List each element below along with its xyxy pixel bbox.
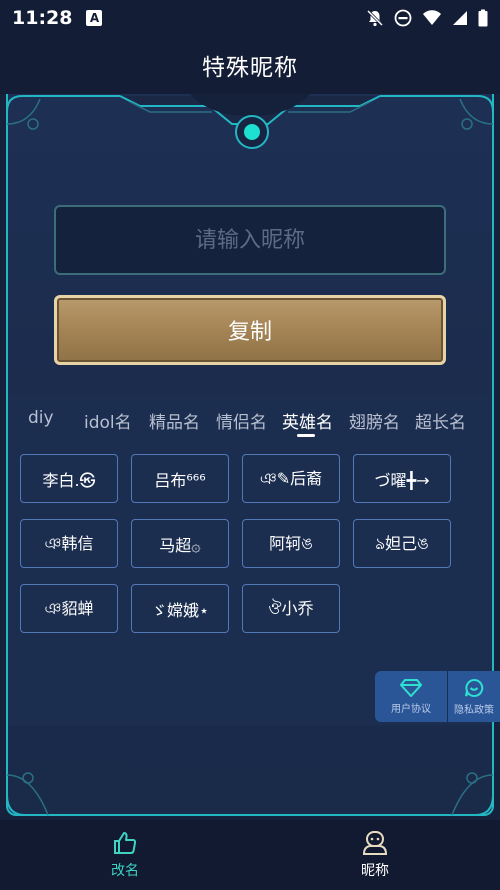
tab-long[interactable]: 超长名 [415,408,466,433]
name-chip[interactable]: ঞ貂蝉 [20,584,118,633]
user-agreement-label: 用户协议 [391,703,431,715]
copy-button-label: 复制 [227,320,272,345]
name-chip[interactable]: ঔ小乔 [242,584,340,633]
status-icons [366,9,488,27]
tab-idol[interactable]: idol名 [84,408,132,433]
active-tab-indicator [297,434,315,437]
nav-item-rename[interactable]: 改名 [75,820,175,890]
category-tabs: diy idol名 精品名 情侣名 英雄名 翅膀名 超长名 [0,408,500,440]
wifi-icon [423,10,441,25]
diamond-icon [400,678,422,697]
name-chip[interactable]: ঞ韩信 [20,519,118,568]
nav-label-rename: 改名 [111,863,139,879]
nav-label-nickname: 昵称 [361,863,389,879]
privacy-policy-button[interactable]: 隐私政策 [448,671,500,722]
copy-button[interactable]: 复制 [54,295,446,365]
thumbs-up-icon [114,832,137,854]
name-chip[interactable]: づ曜╋→ [353,454,451,503]
a-badge-icon: A [86,10,103,26]
name-chip[interactable]: 阿轲ঙ [242,519,340,568]
tab-wings[interactable]: 翅膀名 [349,408,400,433]
bottom-nav: 改名 昵称 [0,820,500,890]
do-not-disturb-icon [394,9,412,27]
user-agreement-button[interactable]: 用户协议 [375,671,447,722]
nickname-input[interactable] [54,205,446,275]
tab-premium[interactable]: 精品名 [149,408,200,433]
name-chip[interactable]: 吕布⁶⁶⁶ [131,454,229,503]
name-chip[interactable]: ঞ✎后裔 [242,454,340,503]
notifications-off-icon [366,9,384,27]
page-title: 特殊昵称 [202,55,298,81]
header: 特殊昵称 [0,36,500,94]
battery-icon [478,9,488,27]
tab-diy[interactable]: diy [28,408,54,428]
status-bar: 11:28 A [0,0,500,36]
privacy-policy-label: 隐私政策 [454,704,494,716]
signal-icon [453,11,467,25]
name-chip[interactable]: ゞ嫦娥⋆ [131,584,229,633]
tab-hero[interactable]: 英雄名 [282,408,333,433]
nav-item-nickname[interactable]: 昵称 [325,820,425,890]
chat-bubble-icon [465,678,484,697]
user-icon [362,831,388,855]
name-chip[interactable]: ঌ妲己ঙ [353,519,451,568]
status-time: 11:28 [12,7,73,29]
tab-couple[interactable]: 情侣名 [216,408,267,433]
name-chip[interactable]: 马超۞ [131,519,229,568]
name-chip[interactable]: 李白.㉿ [20,454,118,503]
